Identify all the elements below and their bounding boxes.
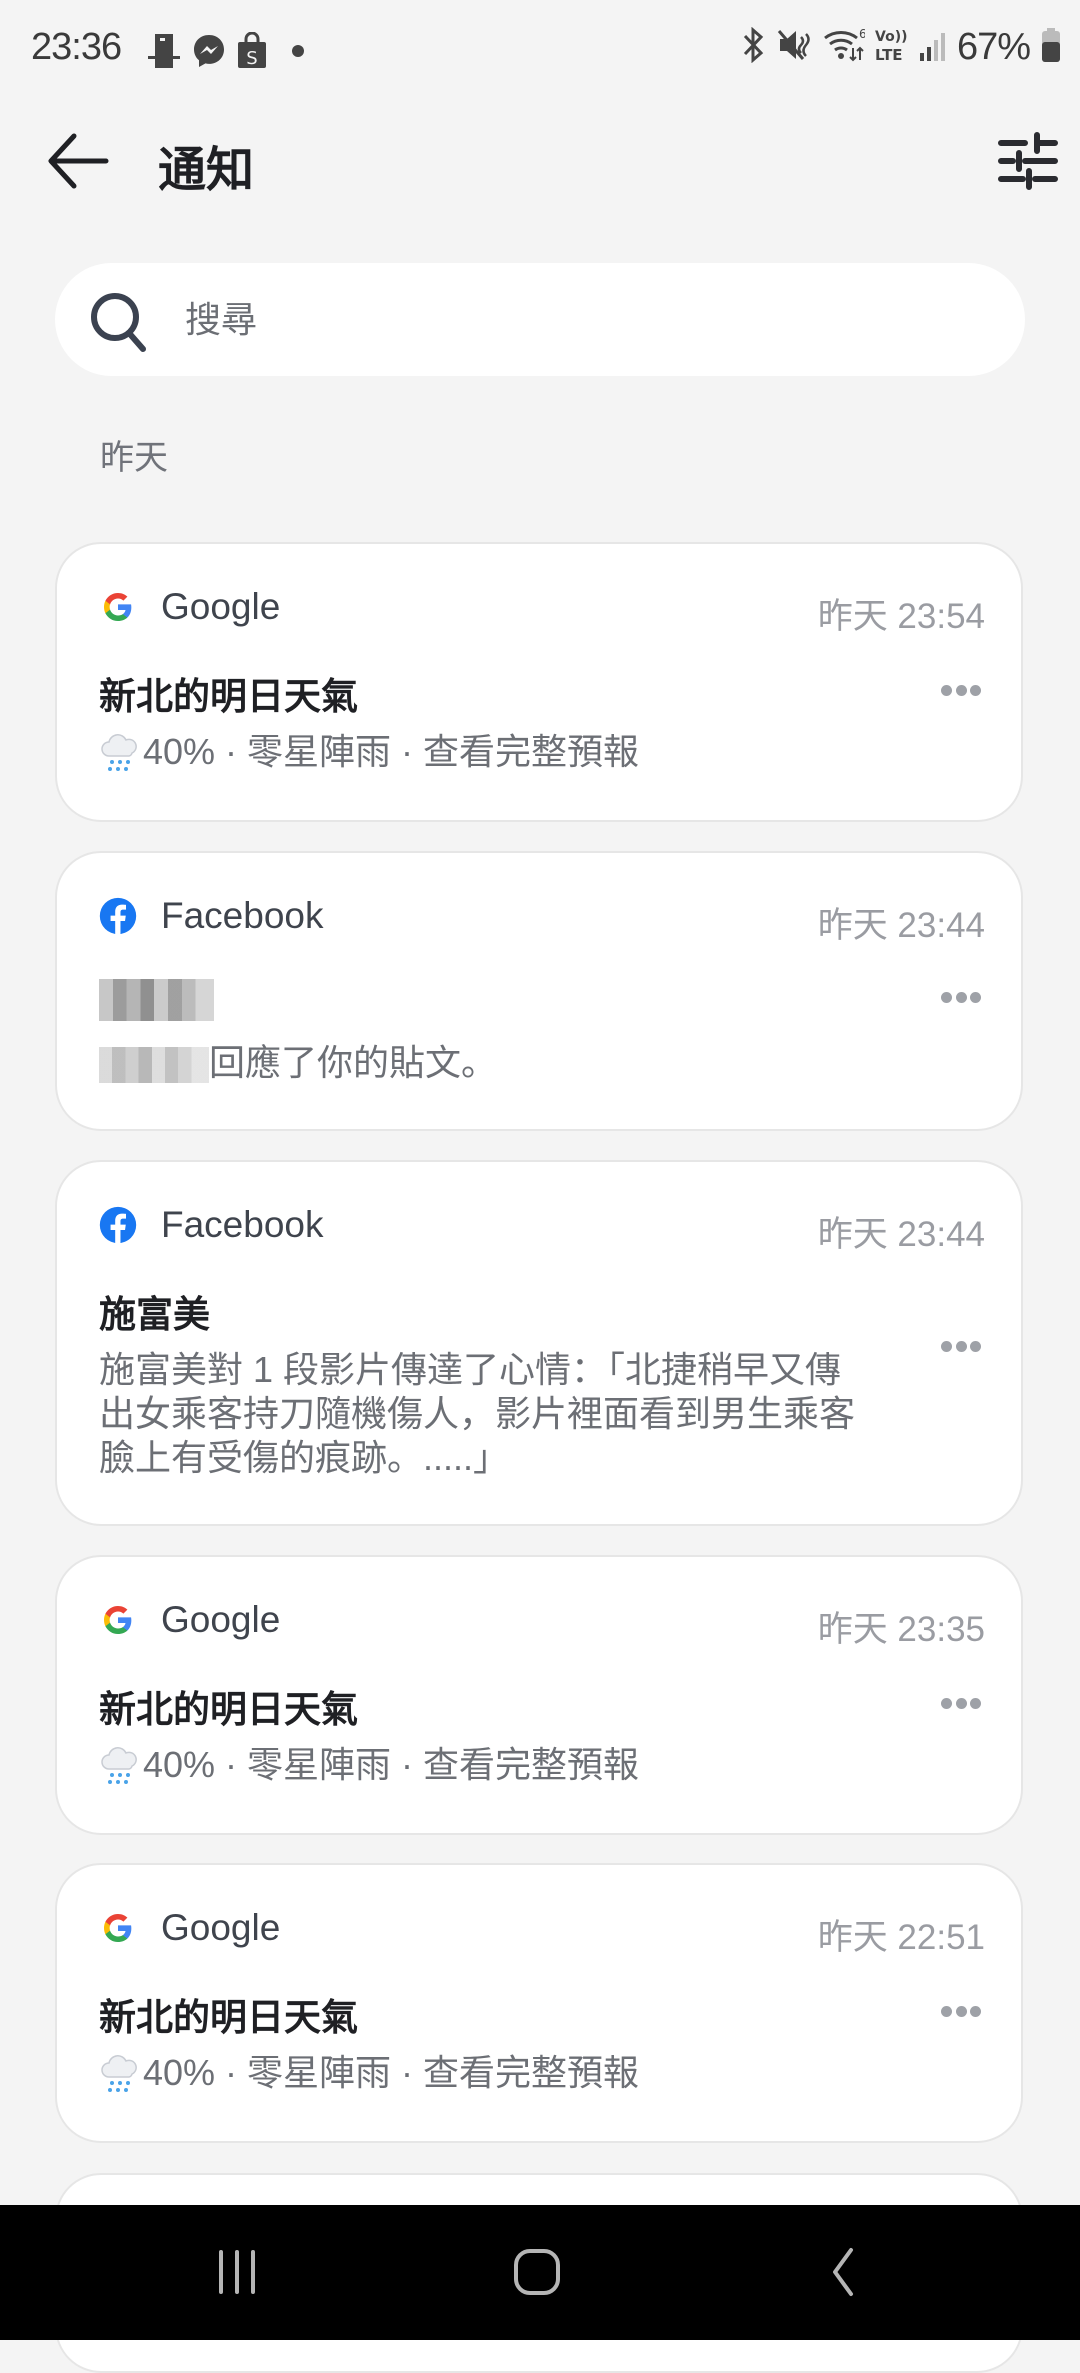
svg-text:S: S (246, 48, 257, 69)
wifi-6-icon: 6 (823, 26, 867, 69)
notification-body-text: 40% · 零星陣雨 · 查看完整預報 (143, 1744, 640, 1785)
search-icon (91, 293, 146, 352)
notification-time: 昨天 23:44 (817, 906, 985, 945)
notification-body-text: 40% · 零星陣雨 · 查看完整預報 (143, 2052, 640, 2093)
battery-icon (1040, 27, 1062, 68)
search-bar[interactable] (55, 263, 1025, 376)
notification-time: 昨天 23:54 (817, 597, 985, 636)
notification-app: Google (99, 586, 280, 628)
notification-body-text: 回應了你的貼文。 (209, 1042, 498, 1083)
rain-cloud-icon (101, 2055, 137, 2092)
notification-title: 新北的明日天氣 (99, 676, 358, 717)
signal-icon (919, 29, 947, 66)
more-options-button[interactable] (941, 989, 981, 1005)
google-icon (99, 1909, 137, 1947)
dot-icon (278, 41, 308, 66)
notification-card[interactable]: Facebook 昨天 23:44 施富美 施富美對 1 段影片傳達了心情：「北… (55, 1160, 1023, 1526)
notification-body: 回應了你的貼文。 (99, 1041, 497, 1085)
filter-button[interactable] (996, 128, 1060, 192)
back-icon (833, 2248, 853, 2296)
notification-title: 新北的明日天氣 (99, 1689, 358, 1730)
app-name: Google (161, 586, 281, 627)
battery-percent: 67% (956, 26, 1031, 68)
notification-time: 昨天 22:51 (817, 1918, 985, 1957)
notification-app: Facebook (99, 1204, 324, 1246)
app-name: Facebook (161, 1204, 324, 1245)
notification-app: Facebook (99, 895, 324, 937)
system-back-button[interactable] (802, 2237, 882, 2307)
more-options-button[interactable] (941, 2003, 981, 2019)
shopee-icon: S (236, 31, 268, 75)
notification-card[interactable]: Facebook 昨天 23:44 回應了你的貼文。 (55, 851, 1023, 1131)
body-line: 臉上有受傷的痕跡。.....」 (99, 1437, 510, 1478)
search-input[interactable] (183, 283, 967, 357)
notification-body: 40% · 零星陣雨 · 查看完整預報 (99, 1743, 639, 1787)
notification-body: 施富美對 1 段影片傳達了心情：「北捷稍早又傳 出女乘客持刀隨機傷人，影片裡面看… (99, 1348, 855, 1480)
arrow-left-icon (48, 133, 109, 189)
notification-title-redacted (99, 977, 214, 1022)
device-icon (146, 32, 182, 75)
svg-text:6: 6 (859, 27, 865, 41)
home-icon (514, 2249, 560, 2295)
app-name: Facebook (161, 895, 324, 936)
notification-body-text: 40% · 零星陣雨 · 查看完整預報 (143, 731, 640, 772)
status-bar: 23:36 S 6 Vo)) LTE 67% (0, 0, 1080, 100)
body-line: 施富美對 1 段影片傳達了心情：「北捷稍早又傳 (99, 1349, 842, 1390)
volte-icon: Vo)) LTE (875, 26, 909, 69)
svg-text:LTE: LTE (875, 46, 903, 64)
notification-card[interactable]: Google 昨天 23:35 新北的明日天氣 40% · 零星陣雨 · 查看完… (55, 1555, 1023, 1835)
sliders-icon (998, 132, 1058, 190)
redacted-name (99, 1047, 209, 1084)
notification-card[interactable]: Google 昨天 22:51 新北的明日天氣 40% · 零星陣雨 · 查看完… (55, 1863, 1023, 2143)
notification-time: 昨天 23:35 (817, 1610, 985, 1649)
app-header: 通知 (0, 110, 1080, 210)
notification-time: 昨天 23:44 (817, 1215, 985, 1254)
recents-icon (219, 2250, 255, 2294)
recents-button[interactable] (197, 2237, 277, 2307)
notification-app: Google (99, 1907, 280, 1949)
notification-title: 施富美 (99, 1294, 210, 1335)
app-name: Google (161, 1599, 281, 1640)
section-label-yesterday: 昨天 (100, 439, 168, 477)
more-options-button[interactable] (941, 1695, 981, 1711)
redacted-name (99, 979, 214, 1022)
more-options-button[interactable] (941, 682, 981, 698)
google-icon (99, 588, 137, 626)
notification-body: 40% · 零星陣雨 · 查看完整預報 (99, 2051, 639, 2095)
notification-title: 新北的明日天氣 (99, 1997, 358, 2038)
page-title: 通知 (158, 144, 255, 197)
more-options-button[interactable] (941, 1338, 981, 1354)
svg-text:Vo)): Vo)) (875, 29, 907, 45)
app-name: Google (161, 1907, 281, 1948)
body-line: 出女乘客持刀隨機傷人，影片裡面看到男生乘客 (99, 1393, 856, 1434)
rain-cloud-icon (101, 1747, 137, 1784)
back-button[interactable] (44, 128, 110, 194)
system-icons: 6 Vo)) LTE 67% (739, 26, 1062, 69)
google-icon (99, 1601, 137, 1639)
status-time: 23:36 (31, 26, 122, 68)
home-button[interactable] (497, 2237, 577, 2307)
notification-icons: S (146, 31, 308, 75)
notification-card[interactable]: Google 昨天 23:54 新北的明日天氣 40% · 零星陣雨 · 查看完… (55, 542, 1023, 822)
notification-app: Google (99, 1599, 280, 1641)
messenger-icon (192, 33, 226, 74)
facebook-icon (99, 897, 137, 935)
mute-icon (777, 27, 813, 68)
notification-body: 40% · 零星陣雨 · 查看完整預報 (99, 730, 639, 774)
bluetooth-icon (739, 26, 767, 68)
rain-cloud-icon (101, 734, 137, 771)
navigation-bar (0, 2205, 1080, 2340)
facebook-icon (99, 1206, 137, 1244)
